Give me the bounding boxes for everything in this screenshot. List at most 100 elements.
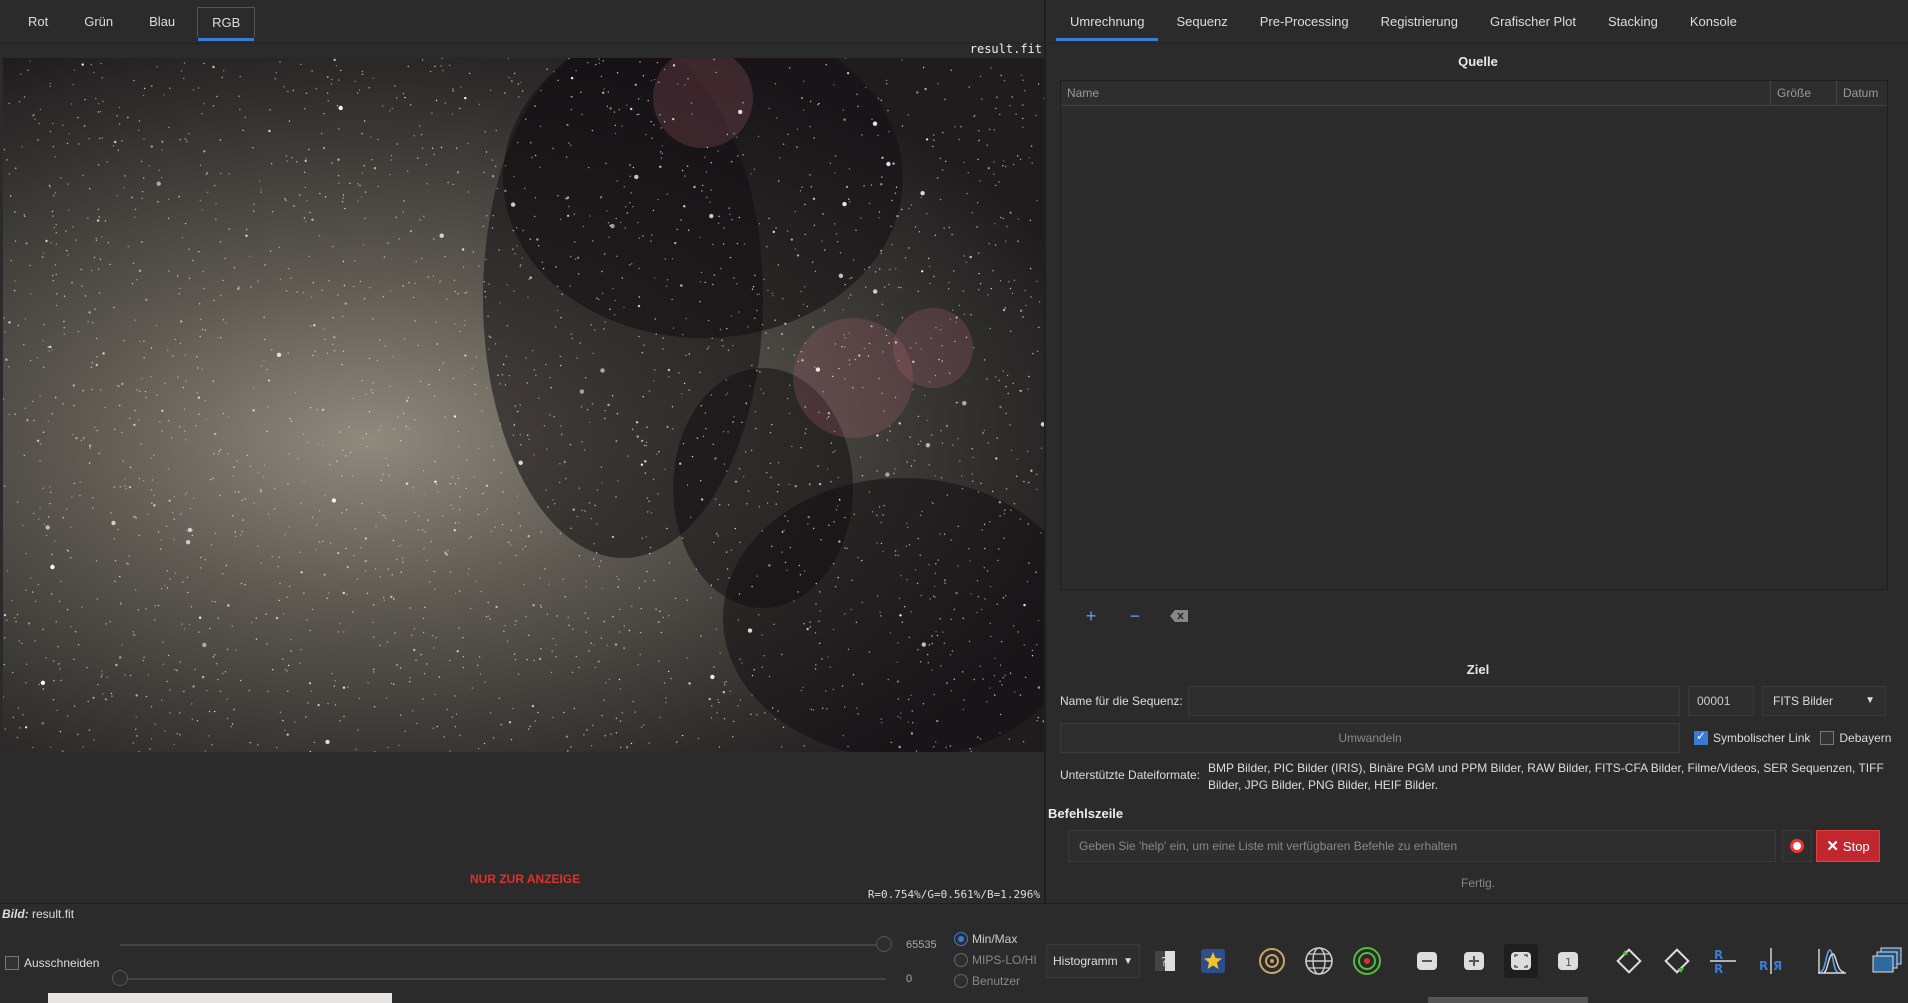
mirror-y-button[interactable]: RЯ xyxy=(1754,944,1788,978)
cut-option[interactable]: Ausschneiden xyxy=(5,956,99,970)
low-threshold-handle[interactable] xyxy=(112,970,128,986)
zoom-fit-icon xyxy=(1511,952,1531,970)
mirror-x-icon: RR xyxy=(1710,948,1736,976)
tab-sequence[interactable]: Sequenz xyxy=(1162,7,1241,37)
supported-formats-label: Unterstützte Dateiformate: xyxy=(1060,768,1201,782)
stop-button[interactable]: ✕ Stop xyxy=(1816,830,1880,862)
zoom-out-button[interactable] xyxy=(1410,944,1444,978)
rotate-right-button[interactable] xyxy=(1660,944,1694,978)
tab-red[interactable]: Rot xyxy=(14,7,62,37)
tab-blue[interactable]: Blau xyxy=(135,7,189,37)
close-icon: ✕ xyxy=(1826,838,1839,855)
zoom-original-button[interactable]: 1 xyxy=(1551,944,1585,978)
low-threshold-slider[interactable] xyxy=(120,978,886,980)
minmax-radio[interactable] xyxy=(954,932,968,946)
symlink-option[interactable]: Symbolischer Link xyxy=(1694,729,1810,746)
svg-text:R: R xyxy=(1714,948,1723,962)
mode-mips[interactable]: MIPS-LO/HI xyxy=(954,953,1037,967)
display-mode-select[interactable]: Histogramm ▼ xyxy=(1046,944,1140,978)
sequence-name-label: Name für die Sequenz: xyxy=(1060,694,1183,708)
cut-label: Ausschneiden xyxy=(24,956,100,970)
backspace-icon xyxy=(1170,610,1188,622)
bottom-toolbar: Bild: result.fit Ausschneiden 65535 0 Mi… xyxy=(0,903,1908,1003)
display-mode-value: Histogramm xyxy=(1053,954,1118,968)
command-input[interactable]: Geben Sie 'help' ein, um eine Liste mit … xyxy=(1068,830,1776,862)
tab-stacking[interactable]: Stacking xyxy=(1594,7,1672,37)
histogram-icon xyxy=(1818,949,1846,974)
frames-button[interactable] xyxy=(1870,944,1904,978)
mips-label: MIPS-LO/HI xyxy=(972,953,1037,967)
tab-registration[interactable]: Registrierung xyxy=(1367,7,1472,37)
lifebuoy-icon xyxy=(1790,839,1804,853)
tab-plot[interactable]: Grafischer Plot xyxy=(1476,7,1590,37)
tab-console[interactable]: Konsole xyxy=(1676,7,1751,37)
mode-user[interactable]: Benutzer xyxy=(954,974,1020,988)
clear-list-button[interactable] xyxy=(1166,603,1192,629)
debayer-checkbox[interactable] xyxy=(1820,731,1835,746)
zoom-fit-button[interactable] xyxy=(1504,944,1538,978)
column-size[interactable]: Größe xyxy=(1771,81,1837,105)
convert-row: Umwandeln Symbolischer Link Debayern xyxy=(1060,723,1891,753)
output-format-value: FITS Bilder xyxy=(1773,694,1834,708)
histogram-tool-button[interactable] xyxy=(1815,944,1849,978)
high-threshold-slider[interactable] xyxy=(120,944,886,946)
main-tabs: Umrechnung Sequenz Pre-Processing Regist… xyxy=(1048,0,1908,44)
star-finder-button[interactable] xyxy=(1196,944,1230,978)
user-label: Benutzer xyxy=(972,974,1021,988)
tab-preprocessing[interactable]: Pre-Processing xyxy=(1246,7,1363,37)
column-date[interactable]: Datum xyxy=(1837,81,1887,105)
zoom-original-icon: 1 xyxy=(1558,952,1578,970)
high-threshold-value: 65535 xyxy=(906,939,937,951)
start-index-input[interactable]: 00001 xyxy=(1688,686,1754,716)
image-info-value: result.fit xyxy=(32,907,75,921)
tab-green[interactable]: Grün xyxy=(70,7,127,37)
low-threshold-value: 0 xyxy=(906,973,913,985)
debayer-option[interactable]: Debayern xyxy=(1820,731,1891,746)
supported-formats-text: BMP Bilder, PIC Bilder (IRIS), Binäre PG… xyxy=(1208,761,1884,792)
high-threshold-handle[interactable] xyxy=(876,936,892,952)
debayer-label: Debayern xyxy=(1839,730,1892,745)
astrometry-button[interactable] xyxy=(1302,944,1336,978)
remove-file-button[interactable]: − xyxy=(1122,603,1148,629)
spiral-button[interactable] xyxy=(1255,944,1289,978)
conversion-panel: Umrechnung Sequenz Pre-Processing Regist… xyxy=(1048,0,1908,903)
mips-radio[interactable] xyxy=(954,953,968,967)
minmax-label: Min/Max xyxy=(972,932,1018,946)
globe-icon xyxy=(1305,947,1333,975)
mirror-x-button[interactable]: RR xyxy=(1706,944,1740,978)
chevron-down-icon: ▼ xyxy=(1865,695,1875,706)
zoom-in-button[interactable] xyxy=(1457,944,1491,978)
sequence-name-row: Name für die Sequenz: 00001 FITS Bilder … xyxy=(1060,686,1886,716)
tab-rgb[interactable]: RGB xyxy=(197,6,256,41)
photometry-button[interactable] xyxy=(1350,944,1384,978)
tab-conversion[interactable]: Umrechnung xyxy=(1056,7,1159,41)
source-title: Quelle xyxy=(1458,54,1498,69)
app-window: Rot Grün Blau RGB result.fit NUR ZUR ANZ… xyxy=(0,0,1908,1003)
rotate-left-button[interactable] xyxy=(1612,944,1646,978)
rgb-readout: R=0.754%/G=0.561%/B=1.296% xyxy=(867,888,1040,901)
help-button[interactable] xyxy=(1782,830,1812,862)
svg-text:?: ? xyxy=(1161,955,1167,969)
negative-icon: ? xyxy=(1155,951,1175,971)
symlink-checkbox[interactable] xyxy=(1694,729,1708,746)
negative-view-button[interactable]: ? xyxy=(1148,944,1182,978)
target-title: Ziel xyxy=(1466,662,1490,677)
source-file-table[interactable]: Name Größe Datum xyxy=(1060,80,1888,590)
convert-button[interactable]: Umwandeln xyxy=(1060,723,1680,753)
output-format-select[interactable]: FITS Bilder ▼ xyxy=(1762,686,1886,716)
user-radio[interactable] xyxy=(954,974,968,988)
table-header: Name Größe Datum xyxy=(1061,81,1887,106)
add-files-button[interactable]: + xyxy=(1078,603,1104,629)
chevron-down-icon: ▼ xyxy=(1123,955,1133,967)
command-line-title: Befehlszeile xyxy=(1048,806,1124,821)
sequence-name-input[interactable] xyxy=(1188,686,1680,716)
column-name[interactable]: Name xyxy=(1061,81,1771,105)
frames-icon xyxy=(1872,947,1902,973)
svg-text:1: 1 xyxy=(1565,956,1572,969)
mode-minmax[interactable]: Min/Max xyxy=(954,932,1017,946)
svg-text:Я: Я xyxy=(1773,959,1782,973)
minus-icon: − xyxy=(1129,605,1141,626)
svg-text:R: R xyxy=(1714,962,1723,976)
astro-image[interactable] xyxy=(3,58,1044,752)
cut-checkbox[interactable] xyxy=(5,956,19,970)
